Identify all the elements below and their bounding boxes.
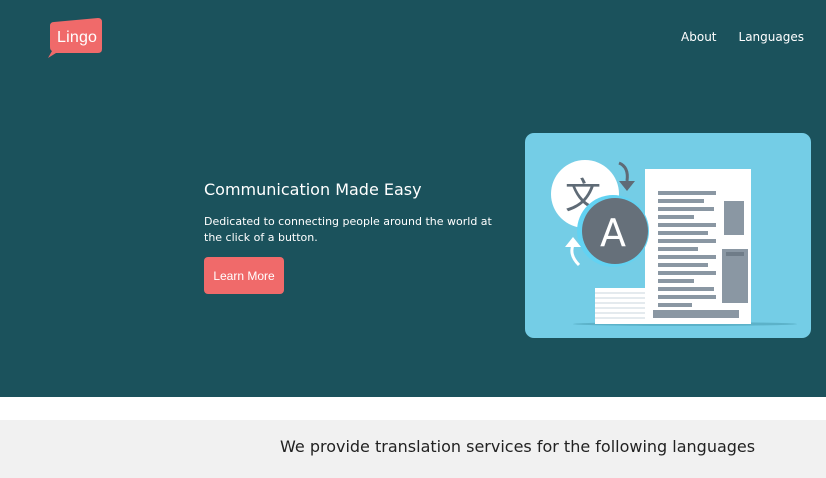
nav-about[interactable]: About (681, 30, 716, 44)
paper-stack (595, 288, 651, 324)
translation-illustration: 文 A (525, 133, 811, 338)
hero-description: Dedicated to connecting people around th… (204, 215, 492, 244)
hero-title: Communication Made Easy (204, 180, 422, 199)
hero-section: Lingo About Languages Communication Made… (0, 0, 826, 397)
letter-a: A (600, 211, 626, 255)
languages-heading: We provide translation services for the … (280, 437, 756, 456)
nav-languages[interactable]: Languages (739, 30, 804, 44)
logo-text: Lingo (57, 29, 98, 46)
learn-more-button[interactable]: Learn More (204, 257, 284, 294)
translation-illustration-svg: 文 A (525, 133, 811, 338)
document-icon (645, 169, 751, 324)
main-nav: About Languages (681, 30, 804, 44)
section-divider (0, 397, 826, 420)
logo-link[interactable]: Lingo (48, 18, 104, 58)
